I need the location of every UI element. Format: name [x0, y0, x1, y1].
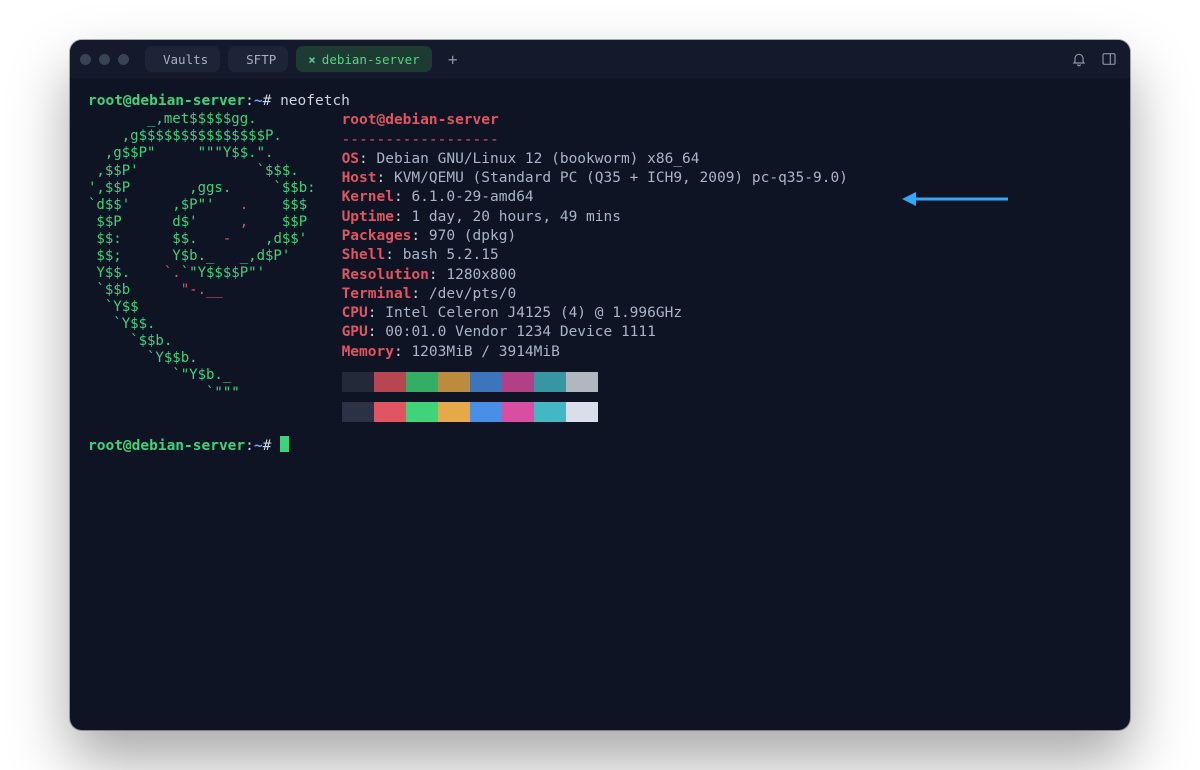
color-swatch	[342, 402, 374, 422]
titlebar: Vaults SFTP × debian-server +	[70, 40, 1130, 78]
color-row-dark	[342, 372, 848, 392]
color-swatch	[470, 372, 502, 392]
color-swatch	[566, 372, 598, 392]
prompt-idle: root@debian-server:~#	[88, 436, 1112, 456]
close-icon[interactable]: ×	[308, 52, 316, 67]
color-row-bright	[342, 402, 848, 422]
min-dot[interactable]	[99, 54, 110, 65]
tab-label: SFTP	[246, 52, 276, 67]
panel-icon[interactable]	[1098, 48, 1120, 70]
color-swatch	[438, 402, 470, 422]
color-swatch	[406, 402, 438, 422]
close-dot[interactable]	[80, 54, 91, 65]
tab-sftp[interactable]: SFTP	[228, 46, 288, 72]
color-swatch	[406, 372, 438, 392]
color-swatch	[374, 372, 406, 392]
annotation-arrow	[900, 188, 1010, 214]
color-swatch	[566, 402, 598, 422]
color-swatch	[374, 402, 406, 422]
terminal-body[interactable]: root@debian-server:~# neofetch _,met$$$$…	[70, 78, 1130, 470]
max-dot[interactable]	[118, 54, 129, 65]
color-swatch	[534, 402, 566, 422]
tab-label: Vaults	[163, 52, 208, 67]
color-swatch	[438, 372, 470, 392]
info-separator: ------------------	[342, 132, 499, 148]
tab-vaults[interactable]: Vaults	[145, 46, 220, 72]
prompt-line: root@debian-server:~# neofetch	[88, 92, 1112, 111]
cursor	[280, 436, 289, 452]
tab-session[interactable]: × debian-server	[296, 46, 431, 72]
info-userhost: root@debian-server	[342, 112, 499, 128]
color-swatch	[502, 372, 534, 392]
color-swatch	[502, 402, 534, 422]
new-tab-button[interactable]: +	[440, 46, 466, 72]
terminal-window: Vaults SFTP × debian-server + root@debia…	[70, 40, 1130, 730]
bell-icon[interactable]	[1068, 48, 1090, 70]
window-controls[interactable]	[80, 54, 129, 65]
tab-label: debian-server	[322, 52, 420, 67]
color-swatch	[342, 372, 374, 392]
color-swatch	[470, 402, 502, 422]
color-swatch	[534, 372, 566, 392]
ascii-logo: _,met$$$$$gg. ,g$$$$$$$$$$$$$$$P. ,g$$P"…	[88, 111, 316, 401]
neofetch-info: root@debian-server ------------------ OS…	[342, 111, 848, 422]
